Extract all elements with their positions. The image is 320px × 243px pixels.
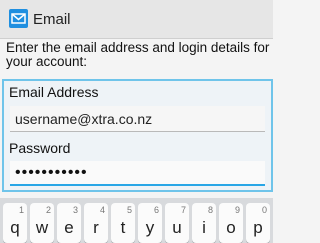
key-p[interactable]: 0 p (246, 203, 270, 243)
key-letter: q (10, 218, 20, 237)
key-w[interactable]: 2 w (30, 203, 54, 243)
email-address-field[interactable]: username@xtra.co.nz (10, 106, 265, 132)
key-number-hint: 0 (261, 205, 267, 215)
key-number-hint: 4 (99, 205, 105, 215)
key-letter: r (93, 218, 99, 237)
password-label: Password (9, 140, 71, 156)
key-letter: e (64, 218, 74, 237)
app-title: Email (33, 11, 71, 28)
key-u[interactable]: 7 u (165, 203, 189, 243)
app-header: Email (0, 0, 273, 39)
key-letter: w (35, 218, 49, 237)
key-number-hint: 2 (45, 205, 51, 215)
key-t[interactable]: 5 t (111, 203, 135, 243)
onscreen-keyboard: 1 q 2 w 3 e 4 r 5 t 6 y 7 u 8 i 9 o 0 p (0, 198, 273, 243)
key-e[interactable]: 3 e (57, 203, 81, 243)
key-r[interactable]: 4 r (84, 203, 108, 243)
key-number-hint: 3 (72, 205, 78, 215)
key-number-hint: 9 (234, 205, 240, 215)
email-address-label: Email Address (9, 84, 99, 100)
key-number-hint: 8 (207, 205, 213, 215)
key-q[interactable]: 1 q (3, 203, 27, 243)
mail-envelope-icon (9, 9, 28, 28)
key-o[interactable]: 9 o (219, 203, 243, 243)
key-number-hint: 7 (180, 205, 186, 215)
key-number-hint: 6 (153, 205, 159, 215)
key-letter: o (226, 218, 236, 237)
key-letter: y (145, 218, 155, 237)
intro-text: Enter the email address and login detail… (6, 40, 270, 69)
key-letter: t (120, 218, 126, 237)
key-letter: u (172, 218, 182, 237)
key-letter: i (202, 218, 206, 237)
key-number-hint: 1 (18, 205, 24, 215)
key-y[interactable]: 6 y (138, 203, 162, 243)
key-i[interactable]: 8 i (192, 203, 216, 243)
key-number-hint: 5 (126, 205, 132, 215)
login-form: Email Address username@xtra.co.nz Passwo… (2, 79, 273, 192)
key-letter: p (253, 218, 263, 237)
password-field[interactable]: ••••••••••• (10, 161, 265, 186)
